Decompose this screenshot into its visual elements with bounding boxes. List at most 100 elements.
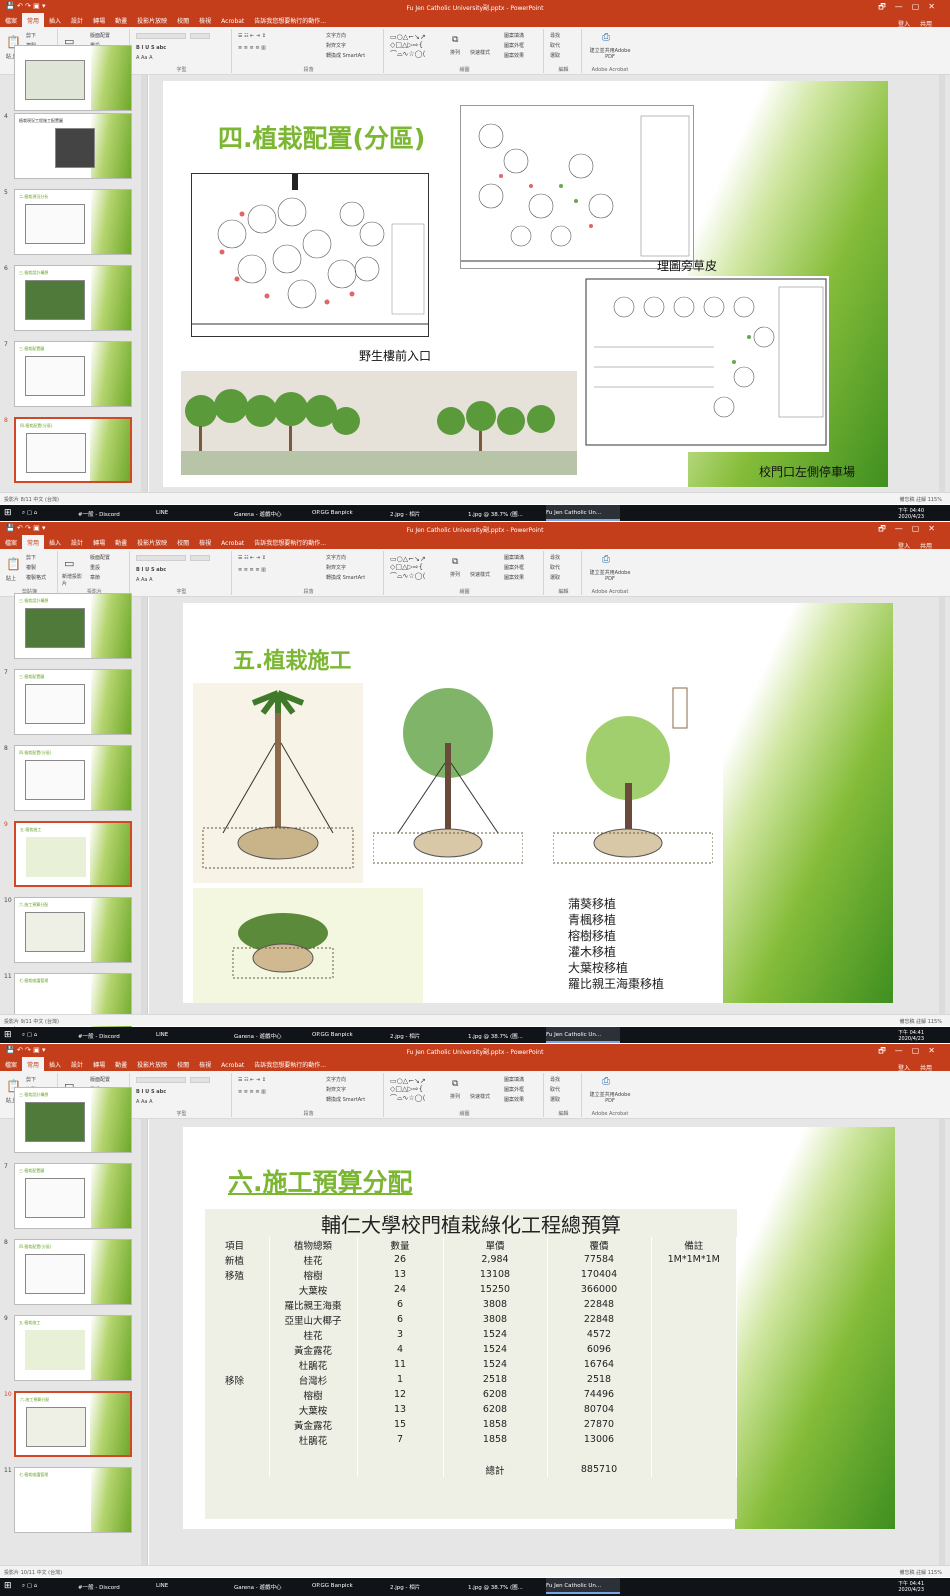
- thumbnail-slide-7[interactable]: 三.植栽配置圖: [14, 1163, 132, 1229]
- shape-effects-button[interactable]: 圖案效果: [504, 52, 524, 59]
- smartart-button[interactable]: 轉換成 SmartArt: [326, 1096, 365, 1103]
- tab-view[interactable]: 檢視: [194, 535, 216, 549]
- tab-slideshow[interactable]: 投影片放映: [132, 13, 172, 27]
- system-clock[interactable]: 下午 04:41 2020/4/23: [898, 1580, 924, 1593]
- editor-scrollbar[interactable]: [939, 1119, 945, 1565]
- thumbnail-slide-5[interactable]: 二.植栽現況分析: [14, 189, 132, 255]
- system-clock[interactable]: 下午 04:40 2020/4/23: [898, 507, 924, 520]
- new-slide-button[interactable]: 新增投影片: [62, 573, 84, 587]
- tab-transitions[interactable]: 轉場: [88, 13, 110, 27]
- tab-insert[interactable]: 插入: [44, 535, 66, 549]
- taskbar-photoshop[interactable]: 1.jpg @ 38.7% (圖...: [468, 505, 523, 521]
- arrange-button[interactable]: 排列: [450, 49, 460, 56]
- bold-icon[interactable]: B I U S abc: [136, 567, 166, 573]
- lawn-plan-image[interactable]: [460, 105, 694, 269]
- tab-design[interactable]: 設計: [66, 1057, 88, 1071]
- text-direction-button[interactable]: 文字方向: [326, 554, 346, 561]
- slide-8[interactable]: 四.植栽配置(分區) 野生樓前入口 理圖旁草皮 校門口左側停車場: [163, 81, 888, 487]
- font-color-icon[interactable]: A Aa A: [136, 577, 153, 583]
- create-pdf-button[interactable]: 建立並共用Adobe PDF: [588, 1091, 632, 1104]
- parking-plan-image[interactable]: [583, 276, 829, 452]
- thumbnail-slide-8[interactable]: 四.植栽配置(分區): [14, 1239, 132, 1305]
- arrange-button[interactable]: 排列: [450, 571, 460, 578]
- find-button[interactable]: 尋找: [550, 1076, 560, 1083]
- shape-effects-button[interactable]: 圖案效果: [504, 1096, 524, 1103]
- tab-animations[interactable]: 動畫: [110, 1057, 132, 1071]
- tab-file[interactable]: 檔案: [0, 535, 22, 549]
- tab-design[interactable]: 設計: [66, 535, 88, 549]
- tab-animations[interactable]: 動畫: [110, 13, 132, 27]
- thumbnail-slide-7[interactable]: 三.植栽配置圖: [14, 669, 132, 735]
- thumbnail-slide-10-selected[interactable]: 六.施工預算分配: [14, 1391, 132, 1457]
- thumbnail-slide-4[interactable]: 植栽現況工程施工配置圖: [14, 113, 132, 179]
- arrange-button[interactable]: 排列: [450, 1093, 460, 1100]
- taskbar-line[interactable]: LINE: [156, 505, 168, 521]
- font-name-box[interactable]: [136, 33, 186, 39]
- search-icon[interactable]: ⌕ ▢ ⌂: [22, 1027, 37, 1043]
- taskbar-garena[interactable]: Garena - 遊戲中心: [234, 1027, 282, 1043]
- tab-design[interactable]: 設計: [66, 13, 88, 27]
- taskbar-opgg[interactable]: OP.GG Banpick: [312, 1027, 353, 1043]
- cut-button[interactable]: 剪下: [26, 32, 36, 39]
- copy-button[interactable]: 複製: [26, 564, 36, 571]
- taskbar-powerpoint[interactable]: Fu Jen Catholic Un...: [546, 1578, 620, 1594]
- tab-transitions[interactable]: 轉場: [88, 535, 110, 549]
- pdf-icon[interactable]: ⎙: [602, 32, 610, 43]
- layout-button[interactable]: 版面配置: [90, 32, 110, 39]
- shape-outline-button[interactable]: 圖案外框: [504, 42, 524, 49]
- taskbar-discord[interactable]: #一般 - Discord: [78, 1027, 120, 1043]
- font-name-box[interactable]: [136, 1077, 186, 1083]
- cut-button[interactable]: 剪下: [26, 554, 36, 561]
- font-size-box[interactable]: [190, 1077, 210, 1083]
- bullets-icon[interactable]: ☰ ☷ ⇤ ⇥ ↕: [238, 1077, 266, 1083]
- shape-fill-button[interactable]: 圖案填滿: [504, 554, 524, 561]
- create-pdf-button[interactable]: 建立並共用Adobe PDF: [588, 569, 632, 582]
- tab-home[interactable]: 常用: [22, 1057, 45, 1071]
- taskbar-opgg[interactable]: OP.GG Banpick: [312, 1578, 353, 1594]
- windows-start-icon[interactable]: ⊞: [4, 1581, 12, 1591]
- taskbar-discord[interactable]: #一般 - Discord: [78, 1578, 120, 1594]
- pdf-icon[interactable]: ⎙: [602, 554, 610, 565]
- tab-slideshow[interactable]: 投影片放映: [132, 1057, 172, 1071]
- thumbnail-slide-10[interactable]: 六.施工預算分配: [14, 897, 132, 963]
- find-button[interactable]: 尋找: [550, 32, 560, 39]
- select-button[interactable]: 選取: [550, 1096, 560, 1103]
- layout-button[interactable]: 版面配置: [90, 1076, 110, 1083]
- taskbar-discord[interactable]: #一般 - Discord: [78, 505, 120, 521]
- font-size-box[interactable]: [190, 33, 210, 39]
- bold-icon[interactable]: B I U S abc: [136, 1089, 166, 1095]
- font-color-icon[interactable]: A Aa A: [136, 55, 153, 61]
- replace-button[interactable]: 取代: [550, 42, 560, 49]
- windows-start-icon[interactable]: ⊞: [4, 508, 12, 518]
- bullets-icon[interactable]: ☰ ☷ ⇤ ⇥ ↕: [238, 555, 266, 561]
- select-button[interactable]: 選取: [550, 574, 560, 581]
- taskbar-photos[interactable]: 2.jpg - 相片: [390, 1578, 420, 1594]
- tab-review[interactable]: 校閱: [172, 535, 194, 549]
- thumbnail-slide-8[interactable]: 四.植栽配置(分區): [14, 745, 132, 811]
- text-direction-button[interactable]: 文字方向: [326, 1076, 346, 1083]
- taskbar-line[interactable]: LINE: [156, 1027, 168, 1043]
- tab-insert[interactable]: 插入: [44, 1057, 66, 1071]
- find-button[interactable]: 尋找: [550, 554, 560, 561]
- taskbar-garena[interactable]: Garena - 遊戲中心: [234, 505, 282, 521]
- shape-outline-button[interactable]: 圖案外框: [504, 1086, 524, 1093]
- tell-me-search[interactable]: 告訴我您想要執行的動作...: [249, 13, 331, 27]
- editor-scrollbar[interactable]: [939, 597, 945, 1014]
- thumbnail-slide-7[interactable]: 三.植栽配置圖: [14, 341, 132, 407]
- thumbnail-slide-6[interactable]: 三.植栽設計構想: [14, 593, 132, 659]
- font-size-box[interactable]: [190, 555, 210, 561]
- tell-me-search[interactable]: 告訴我您想要執行的動作...: [249, 1057, 331, 1071]
- thumbnail-slide-6[interactable]: 三.植栽設計構想: [14, 1087, 132, 1153]
- shapes-gallery-icon[interactable]: ▭○△⌐↘↗ ◇□△▷⇨{⌒⌓∿☆◯⟨: [390, 1077, 426, 1103]
- search-icon[interactable]: ⌕ ▢ ⌂: [22, 1578, 37, 1594]
- bullets-icon[interactable]: ☰ ☷ ⇤ ⇥ ↕: [238, 33, 266, 39]
- system-clock[interactable]: 下午 04:41 2020/4/23: [898, 1029, 924, 1042]
- tab-review[interactable]: 校閱: [172, 1057, 194, 1071]
- shape-outline-button[interactable]: 圖案外框: [504, 564, 524, 571]
- search-icon[interactable]: ⌕ ▢ ⌂: [22, 505, 37, 521]
- taskbar-photos[interactable]: 2.jpg - 相片: [390, 1027, 420, 1043]
- maple-planting-sketch[interactable]: [373, 683, 523, 873]
- align-text-button[interactable]: 對齊文字: [326, 564, 346, 571]
- thumbnail-slide-6[interactable]: 三.植栽設計構想: [14, 265, 132, 331]
- editor-scrollbar[interactable]: [939, 75, 945, 492]
